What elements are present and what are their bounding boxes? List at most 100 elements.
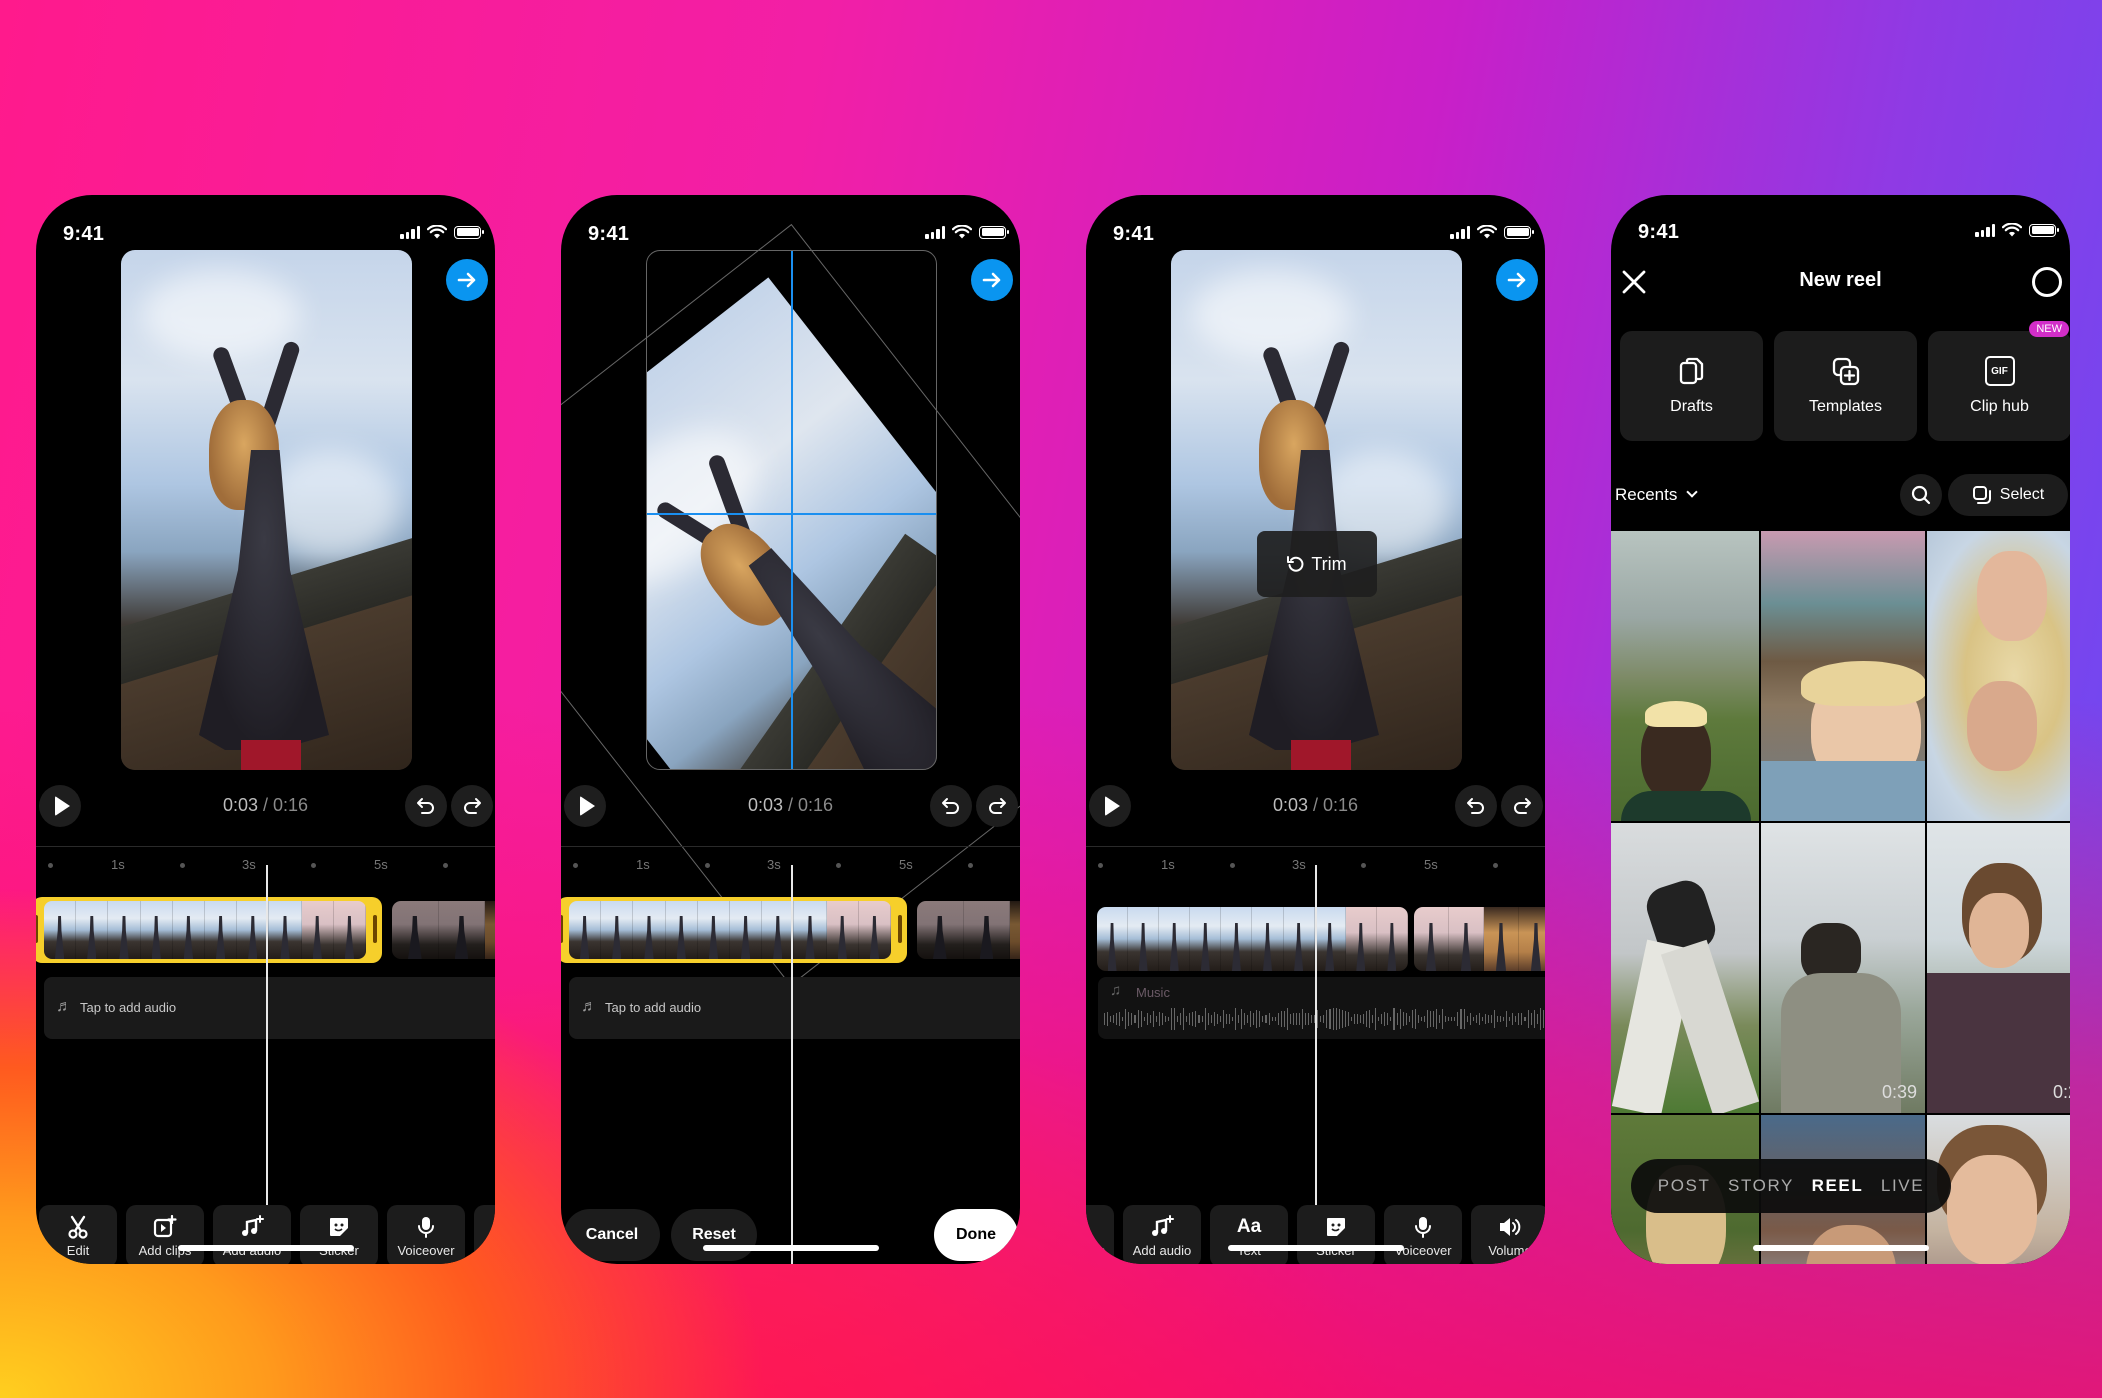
playhead[interactable] — [791, 865, 793, 1264]
waveform-bar — [1417, 1014, 1419, 1024]
undo-button[interactable] — [1455, 785, 1497, 827]
mode-story[interactable]: STORY — [1728, 1176, 1794, 1196]
current-time: 0:03 — [747, 795, 783, 815]
waveform-bar — [1332, 1007, 1334, 1031]
clip-thumbnail[interactable] — [917, 901, 1020, 959]
add-audio-icon: ♬ — [581, 998, 597, 1015]
recents-label: Recents — [1615, 485, 1678, 504]
scissors-icon — [67, 1215, 89, 1239]
templates-icon — [1832, 357, 1859, 386]
waveform-bar — [1530, 1012, 1532, 1025]
add-audio-lane[interactable]: ♬ Tap to add audio — [569, 977, 1020, 1039]
waveform-bar — [1533, 1010, 1535, 1028]
recents-dropdown[interactable]: Recents — [1615, 485, 1698, 505]
mode-post[interactable]: POST — [1658, 1176, 1711, 1196]
cancel-button[interactable]: Cancel — [564, 1209, 660, 1261]
redo-button[interactable] — [1501, 785, 1543, 827]
waveform-bar — [1161, 1012, 1163, 1026]
playback-controls: 0:03 / 0:16 — [1086, 785, 1545, 829]
media-thumbnail[interactable]: 0:2 — [1927, 823, 2070, 1113]
tool-edit[interactable]: Edit — [39, 1205, 117, 1264]
next-button[interactable] — [446, 259, 488, 301]
redo-button[interactable] — [976, 785, 1018, 827]
waveform-bar — [1235, 1008, 1237, 1030]
waveform-bar — [1225, 1013, 1227, 1025]
undo-button[interactable] — [930, 785, 972, 827]
waveform-bar — [1451, 1016, 1453, 1022]
video-preview[interactable] — [121, 250, 412, 770]
tool-add-audio[interactable]: Add audio — [1123, 1205, 1201, 1264]
templates-button[interactable]: Templates — [1774, 331, 1917, 441]
drafts-button[interactable]: Drafts — [1620, 331, 1763, 441]
next-button[interactable] — [1496, 259, 1538, 301]
arrow-right-icon — [457, 272, 476, 288]
clip-thumbnail[interactable] — [1414, 907, 1545, 971]
tool-add-clips[interactable]: clips — [1086, 1205, 1114, 1264]
clip-thumbnail[interactable] — [1097, 907, 1408, 971]
media-thumbnail[interactable] — [1927, 531, 2070, 821]
tool-label: clips — [1086, 1242, 1105, 1258]
text-icon: Aa — [1236, 1215, 1262, 1237]
waveform-bar — [1201, 1015, 1203, 1023]
trim-handle-right[interactable] — [898, 915, 902, 943]
media-thumbnail[interactable] — [1611, 823, 1759, 1113]
waveform-bar — [1149, 1015, 1151, 1023]
clip-thumbnail[interactable] — [392, 901, 495, 959]
wifi-icon — [1477, 225, 1497, 239]
waveform-bar — [1167, 1017, 1170, 1021]
waveform-bar — [1521, 1013, 1523, 1025]
undo-button[interactable] — [405, 785, 447, 827]
add-audio-lane[interactable]: ♬ Tap to add audio — [44, 977, 495, 1039]
tool-text[interactable]: Aa Text — [1210, 1205, 1288, 1264]
trim-button[interactable]: Trim — [1257, 531, 1377, 597]
ruler-label: 1s — [111, 857, 125, 872]
waveform-bar — [1289, 1014, 1291, 1024]
rotate-ccw-icon — [1287, 556, 1304, 572]
add-audio-icon — [1150, 1214, 1174, 1239]
search-button[interactable] — [1900, 474, 1942, 516]
trim-handle-left[interactable] — [561, 915, 563, 943]
media-thumbnail[interactable]: 0:39 — [1761, 823, 1925, 1113]
waveform-bar — [1509, 1016, 1511, 1022]
waveform-bar — [1323, 1014, 1325, 1024]
waveform-bar — [1436, 1008, 1438, 1030]
settings-button[interactable] — [2032, 267, 2062, 297]
mode-reel[interactable]: REEL — [1812, 1176, 1864, 1196]
select-button[interactable]: Select — [1948, 474, 2068, 516]
waveform-bar — [1134, 1014, 1136, 1024]
waveform-bar — [1457, 1012, 1459, 1026]
tool-volume[interactable]: Volume — [1471, 1205, 1545, 1264]
done-button[interactable]: Done — [934, 1209, 1018, 1261]
tool-sticker[interactable]: Sticker — [300, 1205, 378, 1264]
phone-new-reel: 9:41 New reel Drafts Templates NEW GIF C… — [1611, 195, 2070, 1264]
tool-add-audio[interactable]: Add audio — [213, 1205, 291, 1264]
tool-partial[interactable]: V — [474, 1205, 495, 1264]
tool-add-clips[interactable]: Add clips — [126, 1205, 204, 1264]
mode-live[interactable]: LIVE — [1881, 1176, 1924, 1196]
music-lane[interactable]: ♫ Music — [1098, 977, 1545, 1039]
crop-frame[interactable] — [646, 250, 937, 770]
waveform-bar — [1369, 1010, 1371, 1028]
trim-handle-left[interactable] — [36, 915, 38, 943]
timeline-divider — [36, 846, 495, 847]
waveform-bar — [1104, 1012, 1106, 1026]
media-thumbnail[interactable] — [1761, 531, 1925, 821]
waveform-bar — [1146, 1012, 1148, 1026]
clip-hub-button[interactable]: NEW GIF Clip hub — [1928, 321, 2070, 441]
waveform-bar — [1213, 1012, 1215, 1026]
waveform-bar — [1454, 1017, 1456, 1021]
redo-button[interactable] — [451, 785, 493, 827]
battery-icon — [979, 225, 1009, 239]
tool-voiceover[interactable]: Voiceover — [1384, 1205, 1462, 1264]
tool-sticker[interactable]: Sticker — [1297, 1205, 1375, 1264]
video-preview[interactable]: Trim — [1171, 250, 1462, 770]
trim-handle-right[interactable] — [373, 915, 377, 943]
total-time: 0:16 — [798, 795, 834, 815]
media-thumbnail[interactable] — [1611, 531, 1759, 821]
waveform-bar — [1320, 1016, 1322, 1022]
selected-clip[interactable] — [36, 897, 382, 963]
selected-clip[interactable] — [561, 897, 907, 963]
tool-voiceover[interactable]: Voiceover — [387, 1205, 465, 1264]
reset-button[interactable]: Reset — [671, 1209, 757, 1261]
next-button[interactable] — [971, 259, 1013, 301]
